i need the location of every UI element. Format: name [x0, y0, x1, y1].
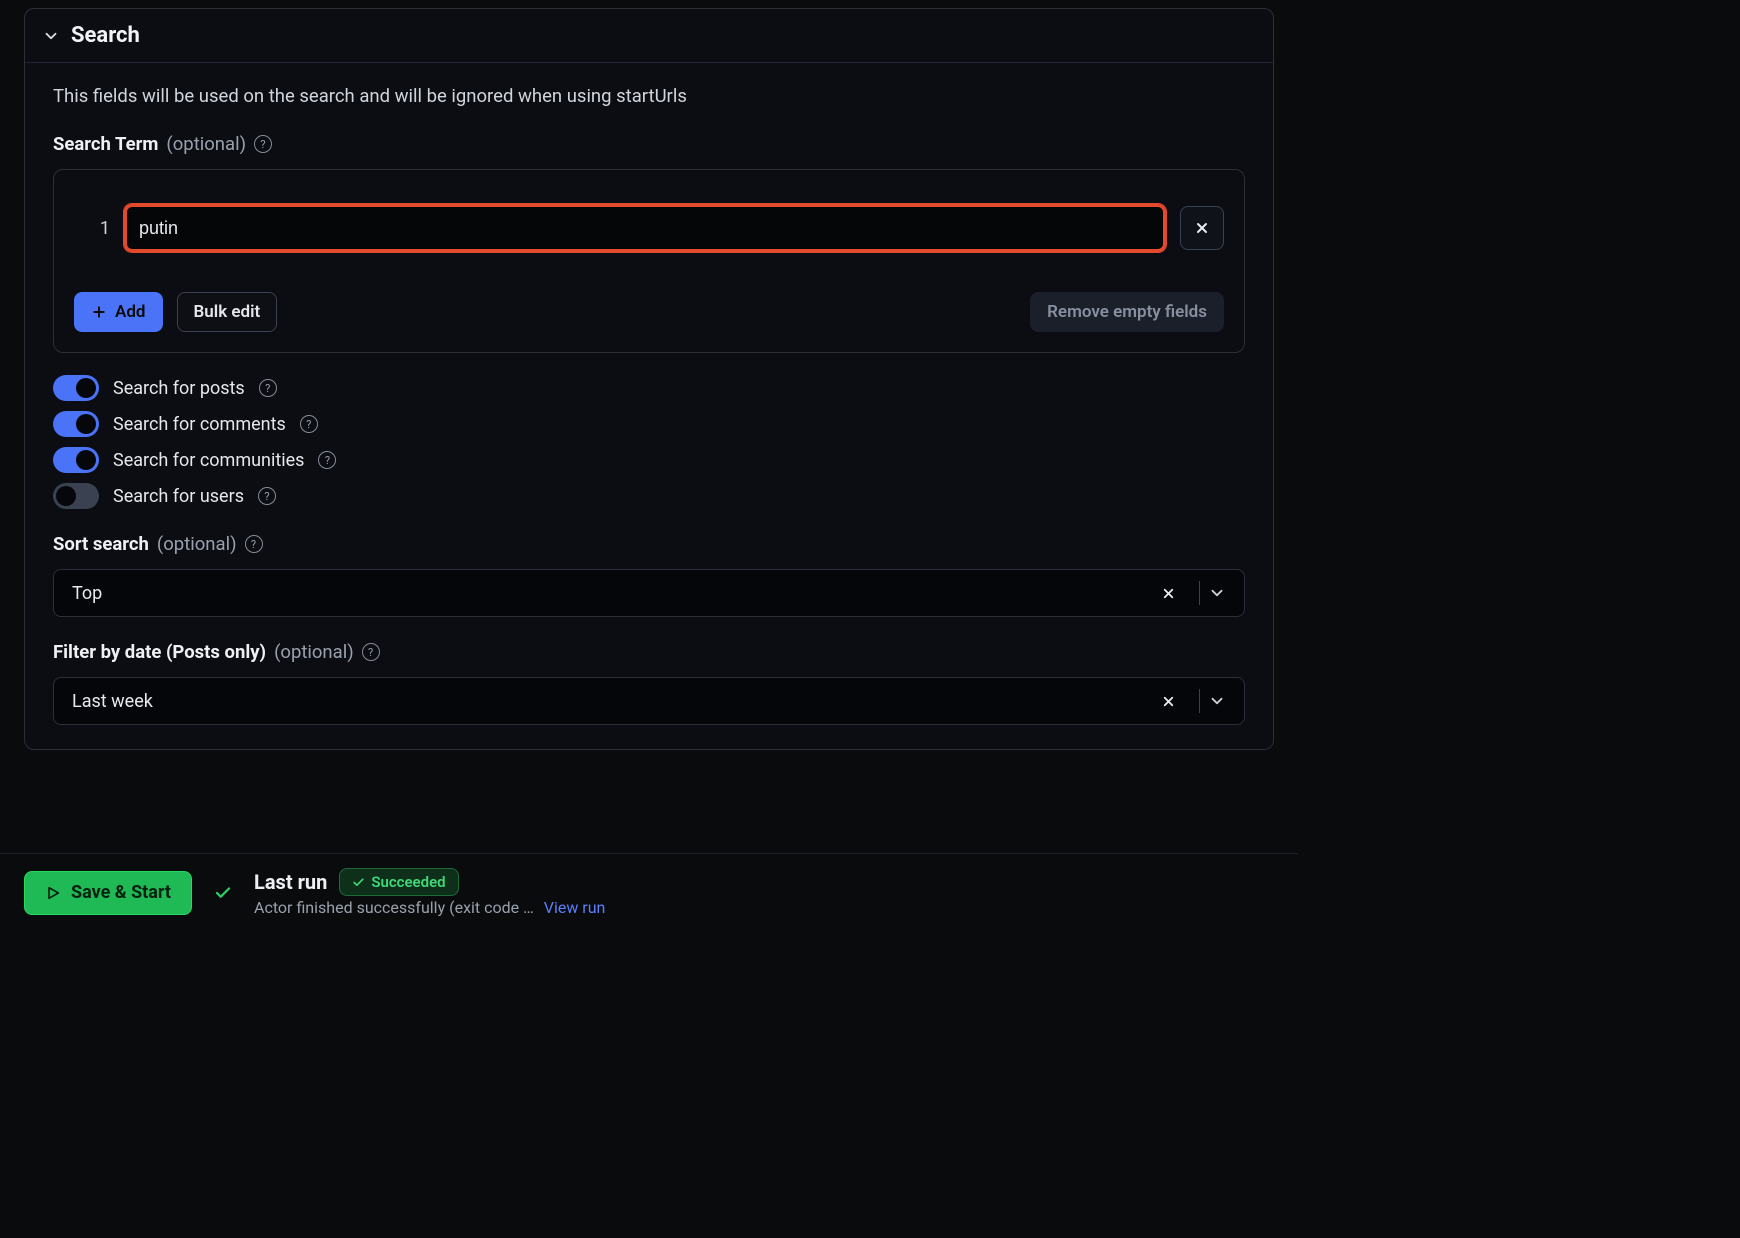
toggle-row-posts: Search for posts ? — [53, 375, 1245, 401]
sort-optional: (optional) — [157, 533, 237, 555]
toggle-communities[interactable] — [53, 447, 99, 473]
toggle-comments[interactable] — [53, 411, 99, 437]
sort-value: Top — [72, 583, 1161, 604]
last-run-block: Last run Succeeded Actor finished succes… — [254, 868, 605, 917]
filter-date-label: Filter by date (Posts only) — [53, 641, 266, 663]
remove-term-button[interactable] — [1180, 206, 1224, 250]
add-button[interactable]: Add — [74, 292, 163, 332]
toggle-posts-label: Search for posts — [113, 378, 245, 399]
help-icon[interactable]: ? — [362, 643, 380, 661]
separator — [1199, 689, 1200, 713]
help-icon[interactable]: ? — [245, 535, 263, 553]
help-icon[interactable]: ? — [254, 135, 272, 153]
toggle-group: Search for posts ? Search for comments ?… — [53, 375, 1245, 509]
clear-icon[interactable] — [1161, 694, 1191, 709]
play-icon — [45, 885, 61, 901]
last-run-subtext: Actor finished successfully (exit code … — [254, 898, 534, 917]
save-start-label: Save & Start — [71, 882, 171, 903]
search-term-input-wrap[interactable] — [124, 204, 1166, 252]
filter-date-select[interactable]: Last week — [53, 677, 1245, 725]
remove-empty-label: Remove empty fields — [1047, 302, 1207, 322]
section-description: This fields will be used on the search a… — [53, 85, 1245, 107]
bulk-edit-label: Bulk edit — [194, 302, 261, 322]
search-term-optional: (optional) — [166, 133, 246, 155]
toggle-users[interactable] — [53, 483, 99, 509]
chevron-down-icon — [41, 26, 61, 46]
bottom-bar: Save & Start Last run Succeeded Actor fi… — [0, 853, 1298, 931]
section-header[interactable]: Search — [25, 9, 1273, 63]
sort-select[interactable]: Top — [53, 569, 1245, 617]
last-run-label: Last run — [254, 870, 327, 894]
term-actions: Add Bulk edit Remove empty fields — [74, 292, 1224, 332]
remove-empty-button: Remove empty fields — [1030, 292, 1224, 332]
toggle-posts[interactable] — [53, 375, 99, 401]
section-body: This fields will be used on the search a… — [25, 63, 1273, 749]
toggle-row-users: Search for users ? — [53, 483, 1245, 509]
status-pill: Succeeded — [339, 868, 458, 896]
line-number: 1 — [74, 218, 110, 239]
bulk-edit-button[interactable]: Bulk edit — [177, 292, 278, 332]
search-term-label: Search Term — [53, 133, 158, 155]
search-panel: Search This fields will be used on the s… — [24, 8, 1274, 750]
filter-date-value: Last week — [72, 691, 1161, 712]
chevron-down-icon[interactable] — [1208, 692, 1234, 710]
status-text: Succeeded — [371, 873, 445, 891]
toggle-communities-label: Search for communities — [113, 450, 304, 471]
plus-icon — [91, 304, 107, 320]
filter-date-optional: (optional) — [274, 641, 354, 663]
help-icon[interactable]: ? — [318, 451, 336, 469]
toggle-users-label: Search for users — [113, 486, 244, 507]
check-icon — [214, 884, 232, 902]
search-term-card: 1 Add Bulk edit — [53, 169, 1245, 353]
add-button-label: Add — [115, 302, 146, 322]
check-icon — [352, 876, 365, 889]
toggle-row-communities: Search for communities ? — [53, 447, 1245, 473]
chevron-down-icon[interactable] — [1208, 584, 1234, 602]
help-icon[interactable]: ? — [258, 487, 276, 505]
last-run-subtext-row: Actor finished successfully (exit code …… — [254, 898, 605, 917]
toggle-row-comments: Search for comments ? — [53, 411, 1245, 437]
close-icon — [1194, 220, 1210, 236]
search-term-label-row: Search Term (optional) ? — [53, 133, 1245, 155]
help-icon[interactable]: ? — [300, 415, 318, 433]
save-start-button[interactable]: Save & Start — [24, 871, 192, 915]
separator — [1199, 581, 1200, 605]
help-icon[interactable]: ? — [259, 379, 277, 397]
search-term-input[interactable] — [139, 218, 1151, 239]
search-term-row: 1 — [74, 204, 1224, 252]
toggle-comments-label: Search for comments — [113, 414, 286, 435]
sort-search-field: Sort search (optional) ? Top — [53, 533, 1245, 617]
clear-icon[interactable] — [1161, 586, 1191, 601]
section-title: Search — [71, 23, 140, 48]
sort-label: Sort search — [53, 533, 149, 555]
filter-date-field: Filter by date (Posts only) (optional) ?… — [53, 641, 1245, 725]
view-run-link[interactable]: View run — [544, 898, 606, 917]
